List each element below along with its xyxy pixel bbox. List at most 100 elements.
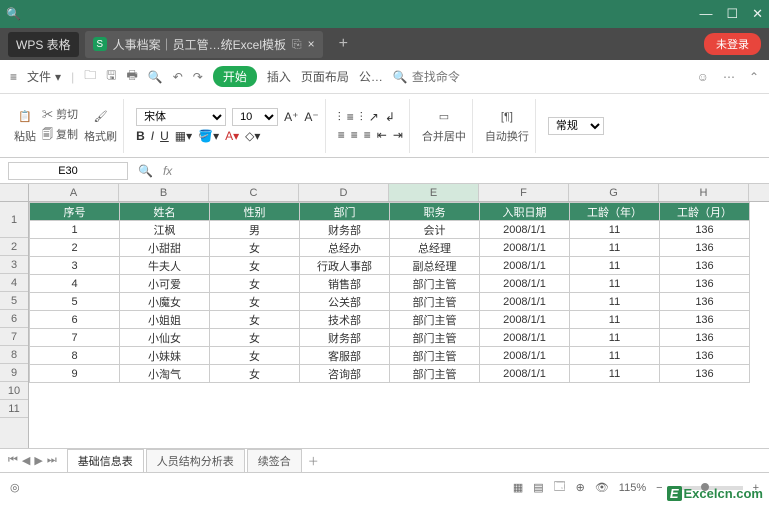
sheet-nav-first-icon[interactable]: ⏮ <box>8 454 18 467</box>
table-cell[interactable]: 136 <box>660 275 750 293</box>
search-icon[interactable]: 🔍 <box>6 7 21 21</box>
indent-inc-icon[interactable]: ⇥ <box>393 128 403 142</box>
table-cell[interactable]: 2008/1/1 <box>480 257 570 275</box>
table-cell[interactable]: 136 <box>660 293 750 311</box>
table-cell[interactable]: 江枫 <box>120 221 210 239</box>
file-tab[interactable]: S 人事档案｜员工管…统Excel模板 ⎘ × <box>85 31 323 58</box>
table-cell[interactable]: 6 <box>30 311 120 329</box>
increase-font-icon[interactable]: A⁺ <box>284 110 298 124</box>
table-cell[interactable]: 136 <box>660 239 750 257</box>
row-header[interactable]: 2 <box>0 238 28 256</box>
table-header-cell[interactable]: 序号 <box>30 203 120 221</box>
column-header[interactable]: F <box>479 184 569 201</box>
menu-insert[interactable]: 插入 <box>267 68 291 85</box>
table-cell[interactable]: 小姐姐 <box>120 311 210 329</box>
table-cell[interactable]: 9 <box>30 365 120 383</box>
align-center-icon[interactable]: ≡ <box>351 128 358 142</box>
more-icon[interactable]: ⋯ <box>723 70 735 84</box>
table-cell[interactable]: 2008/1/1 <box>480 275 570 293</box>
search-command-input[interactable] <box>412 70 492 84</box>
table-cell[interactable]: 11 <box>570 221 660 239</box>
minimize-icon[interactable]: — <box>699 6 712 22</box>
format-painter-button[interactable]: 🖌 格式刷 <box>84 108 117 144</box>
record-macro-icon[interactable]: ◎ <box>10 481 20 494</box>
row-header[interactable]: 11 <box>0 400 28 418</box>
sheet-tab-2[interactable]: 人员结构分析表 <box>146 449 245 472</box>
cut-button[interactable]: ✂ 剪切 <box>42 106 78 122</box>
table-header-cell[interactable]: 姓名 <box>120 203 210 221</box>
align-top-icon[interactable]: ⫶ <box>338 110 341 125</box>
print-icon[interactable]: 🖶 <box>126 66 137 87</box>
table-cell[interactable]: 牛夫人 <box>120 257 210 275</box>
table-cell[interactable]: 部门主管 <box>390 329 480 347</box>
align-middle-icon[interactable]: ≡ <box>347 110 354 124</box>
table-cell[interactable]: 小淘气 <box>120 365 210 383</box>
table-cell[interactable]: 4 <box>30 275 120 293</box>
name-box[interactable] <box>8 162 128 180</box>
view-pagebreak-icon[interactable]: ▤ <box>533 481 543 494</box>
close-tab-icon[interactable]: × <box>308 37 315 51</box>
data-grid[interactable]: 序号姓名性别部门职务入职日期工龄（年）工龄（月）1江枫男财务部会计2008/1/… <box>29 202 750 383</box>
table-header-cell[interactable]: 工龄（年） <box>570 203 660 221</box>
bold-button[interactable]: B <box>136 129 145 143</box>
column-header[interactable]: D <box>299 184 389 201</box>
table-cell[interactable]: 11 <box>570 329 660 347</box>
table-cell[interactable]: 销售部 <box>300 275 390 293</box>
orientation-icon[interactable]: ↗ <box>369 110 379 124</box>
table-cell[interactable]: 部门主管 <box>390 311 480 329</box>
table-cell[interactable]: 11 <box>570 311 660 329</box>
table-cell[interactable]: 11 <box>570 257 660 275</box>
align-left-icon[interactable]: ≡ <box>338 128 345 142</box>
row-header[interactable]: 9 <box>0 364 28 382</box>
table-cell[interactable]: 1 <box>30 221 120 239</box>
row-header[interactable]: 8 <box>0 346 28 364</box>
save-icon[interactable]: 🖫 <box>106 66 116 87</box>
row-header[interactable]: 6 <box>0 310 28 328</box>
table-header-cell[interactable]: 性别 <box>210 203 300 221</box>
preview-icon[interactable]: 🔍 <box>148 70 163 84</box>
table-cell[interactable]: 女 <box>210 275 300 293</box>
wrap-icon[interactable]: ↲ <box>385 110 395 124</box>
fill-color-icon[interactable]: 🪣▾ <box>198 129 219 143</box>
decrease-font-icon[interactable]: A⁻ <box>304 110 318 124</box>
table-cell[interactable]: 部门主管 <box>390 275 480 293</box>
row-header[interactable]: 10 <box>0 382 28 400</box>
column-header[interactable]: G <box>569 184 659 201</box>
sheet-nav-last-icon[interactable]: ⏭ <box>47 454 57 467</box>
table-cell[interactable]: 行政人事部 <box>300 257 390 275</box>
table-cell[interactable]: 客服部 <box>300 347 390 365</box>
font-color-icon[interactable]: A▾ <box>225 129 239 143</box>
zoom-level[interactable]: 115% <box>619 482 646 494</box>
number-format-select[interactable]: 常规 <box>548 117 604 135</box>
column-header[interactable]: A <box>29 184 119 201</box>
table-cell[interactable]: 男 <box>210 221 300 239</box>
table-cell[interactable]: 136 <box>660 311 750 329</box>
column-header[interactable]: H <box>659 184 749 201</box>
row-header[interactable]: 7 <box>0 328 28 346</box>
view-pagelayout-icon[interactable]: 🗔 <box>554 478 566 497</box>
row-header[interactable]: 1 <box>0 202 28 238</box>
table-header-cell[interactable]: 部门 <box>300 203 390 221</box>
table-cell[interactable]: 2008/1/1 <box>480 293 570 311</box>
login-button[interactable]: 未登录 <box>704 33 761 55</box>
table-cell[interactable]: 136 <box>660 221 750 239</box>
menu-hamburger[interactable]: ≡ <box>10 70 17 84</box>
table-cell[interactable]: 总经理 <box>390 239 480 257</box>
table-header-cell[interactable]: 入职日期 <box>480 203 570 221</box>
table-cell[interactable]: 2008/1/1 <box>480 365 570 383</box>
table-cell[interactable]: 部门主管 <box>390 293 480 311</box>
italic-button[interactable]: I <box>151 129 154 143</box>
table-cell[interactable]: 技术部 <box>300 311 390 329</box>
table-cell[interactable]: 136 <box>660 347 750 365</box>
table-cell[interactable]: 咨询部 <box>300 365 390 383</box>
collapse-ribbon-icon[interactable]: ⌃ <box>749 70 759 84</box>
table-cell[interactable]: 2008/1/1 <box>480 221 570 239</box>
table-cell[interactable]: 女 <box>210 347 300 365</box>
table-cell[interactable]: 7 <box>30 329 120 347</box>
help-icon[interactable]: ☺ <box>697 70 709 84</box>
reading-mode-icon[interactable]: ⊕ <box>576 481 585 494</box>
table-cell[interactable]: 11 <box>570 293 660 311</box>
copy-button[interactable]: 🗐 复制 <box>42 126 78 145</box>
table-cell[interactable]: 11 <box>570 365 660 383</box>
table-cell[interactable]: 小妹妹 <box>120 347 210 365</box>
